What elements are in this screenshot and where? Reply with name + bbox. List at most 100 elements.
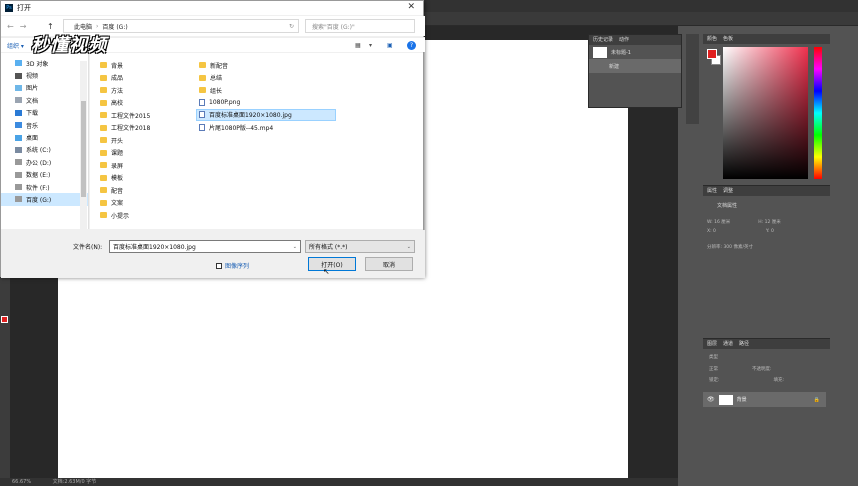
drive-icon — [15, 159, 22, 166]
view-dropdown-chevron-icon[interactable]: ▾ — [369, 42, 372, 49]
close-icon[interactable]: ✕ — [407, 2, 415, 12]
folder-item[interactable]: 成品 — [98, 72, 127, 84]
nav-item-videos[interactable]: 视频 — [1, 69, 88, 81]
foreground-color-swatch[interactable] — [1, 316, 8, 323]
folder-icon — [100, 187, 107, 193]
nav-item-documents[interactable]: 文档 — [1, 94, 88, 106]
nav-label: 图片 — [26, 85, 39, 93]
drive-icon — [15, 196, 22, 203]
photoshop-app-icon: Ps — [5, 4, 13, 12]
chevron-down-icon[interactable]: ⌄ — [293, 244, 297, 250]
folder-item[interactable]: 方法 — [98, 84, 127, 96]
nav-item-drive-g[interactable]: 百度 (G:) — [1, 193, 88, 206]
folder-item[interactable]: 配音 — [98, 184, 127, 196]
color-picker-field[interactable] — [723, 47, 808, 179]
folder-item[interactable]: 小提示 — [98, 209, 133, 221]
nav-label: 办公 (D:) — [26, 159, 52, 167]
tab-history[interactable]: 历史记录 — [593, 35, 613, 45]
help-icon[interactable]: ? — [407, 40, 416, 50]
cube-icon — [15, 60, 22, 67]
eye-icon[interactable]: 👁 — [707, 396, 715, 403]
nav-item-desktop[interactable]: 桌面 — [1, 131, 88, 143]
image-sequence-checkbox[interactable]: 图像序列 — [216, 261, 249, 270]
tab-layers[interactable]: 图层 — [707, 339, 717, 349]
file-item[interactable]: 片尾1080P版--45.mp4 — [197, 122, 277, 134]
prop-resolution: 分辨率: 300 像素/英寸 — [707, 245, 753, 250]
drive-icon — [15, 171, 22, 178]
folder-item[interactable]: 工程文件2015 — [98, 109, 154, 121]
layer-thumbnail — [718, 394, 733, 405]
ps-panel-icon-column[interactable] — [686, 34, 699, 124]
tab-actions[interactable]: 动作 — [619, 35, 629, 45]
filename-input[interactable]: 百度标准桌面1920×1080.jpg ⌄ — [109, 240, 301, 253]
checkbox-box[interactable] — [216, 262, 222, 269]
folder-icon — [199, 62, 206, 68]
chevron-right-icon: › — [96, 22, 99, 30]
history-tabs: 历史记录 动作 — [589, 35, 681, 45]
blend-mode-select[interactable]: 正常 — [709, 366, 718, 372]
video-icon — [15, 72, 22, 79]
folder-item[interactable]: 总结 — [197, 72, 226, 84]
folder-item[interactable]: 新配音 — [197, 59, 232, 71]
layer-row-background[interactable]: 👁 背景 🔒 — [703, 392, 826, 407]
open-button[interactable]: 打开(O) — [308, 257, 356, 271]
folder-item[interactable]: 工程文件2018 — [98, 122, 154, 134]
hue-slider[interactable] — [814, 47, 822, 179]
back-arrow-icon[interactable]: ← — [7, 22, 14, 31]
cancel-button[interactable]: 取消 — [365, 257, 413, 271]
foreground-color-swatch[interactable] — [707, 49, 717, 59]
filename-label: 文件名(N): — [73, 244, 103, 251]
tab-swatches[interactable]: 色板 — [723, 34, 733, 44]
nav-scrollbar-thumb[interactable] — [81, 101, 86, 197]
tab-adjustments[interactable]: 调整 — [723, 186, 733, 196]
search-input[interactable]: 搜索"百度 (G:)" — [305, 19, 415, 33]
dialog-titlebar[interactable]: Ps 打开 ✕ — [1, 1, 423, 15]
refresh-icon[interactable]: ↻ — [289, 23, 294, 30]
document-icon — [15, 97, 22, 104]
nav-item-drive-c[interactable]: 系统 (C:) — [1, 144, 88, 156]
opacity-label: 不透明度: — [752, 367, 772, 372]
chevron-down-icon: ⌄ — [406, 243, 411, 250]
nav-item-pictures[interactable]: 图片 — [1, 82, 88, 94]
layer-filter-kind[interactable]: 类型 — [703, 349, 830, 360]
folder-item[interactable]: 文案 — [98, 197, 127, 209]
nav-item-music[interactable]: 音乐 — [1, 119, 88, 131]
nav-label: 软件 (F:) — [26, 184, 50, 192]
up-arrow-icon[interactable]: ↑ — [47, 22, 54, 31]
layer-name: 背景 — [736, 397, 747, 403]
nav-item-3d-objects[interactable]: 3D 对象 — [1, 57, 88, 69]
nav-item-drive-f[interactable]: 软件 (F:) — [1, 181, 88, 193]
view-options-icon[interactable]: ▦ — [355, 42, 361, 49]
folder-item[interactable]: 开头 — [98, 134, 127, 146]
folder-icon — [199, 87, 206, 93]
filename-value: 百度标准桌面1920×1080.jpg — [113, 244, 196, 251]
file-item-selected[interactable]: 百度标准桌面1920×1080.jpg — [196, 108, 336, 121]
breadcrumb-drive-g[interactable]: 百度 (G:) — [102, 22, 127, 31]
history-state-new[interactable]: 新建 — [589, 59, 681, 73]
history-snapshot[interactable]: 未标题-1 — [589, 45, 681, 59]
tab-channels[interactable]: 通道 — [723, 339, 733, 349]
organize-button[interactable]: 组织 ▾ — [7, 41, 24, 50]
preview-pane-icon[interactable]: ▣ — [387, 42, 393, 49]
tab-color[interactable]: 颜色 — [707, 34, 717, 44]
music-icon — [15, 122, 22, 129]
filetype-select[interactable]: 所有格式 (*.*) ⌄ — [305, 240, 415, 253]
folder-item[interactable]: 课题 — [98, 147, 127, 159]
tab-properties[interactable]: 属性 — [707, 186, 717, 196]
folder-item[interactable]: 录屏 — [98, 159, 127, 171]
nav-item-downloads[interactable]: 下载 — [1, 107, 88, 119]
open-file-dialog: Ps 打开 ✕ ← → ↑ 此电脑 › 百度 (G:) ↻ 搜索"百度 (G:)… — [0, 0, 425, 278]
folder-item[interactable]: 背景 — [98, 59, 127, 71]
nav-item-drive-e[interactable]: 数据 (E:) — [1, 169, 88, 181]
folder-item[interactable]: 模板 — [98, 172, 127, 184]
nav-label: 3D 对象 — [26, 60, 49, 68]
folder-item[interactable]: 高校 — [98, 97, 127, 109]
folder-item[interactable]: 组长 — [197, 84, 226, 96]
folder-icon — [100, 162, 107, 168]
tab-paths[interactable]: 路径 — [739, 339, 749, 349]
breadcrumb-this-pc[interactable]: 此电脑 — [74, 22, 92, 31]
nav-label: 文档 — [26, 97, 39, 105]
nav-item-drive-d[interactable]: 办公 (D:) — [1, 156, 88, 168]
file-item[interactable]: 1080P.png — [197, 97, 244, 109]
forward-arrow-icon[interactable]: → — [20, 22, 27, 31]
